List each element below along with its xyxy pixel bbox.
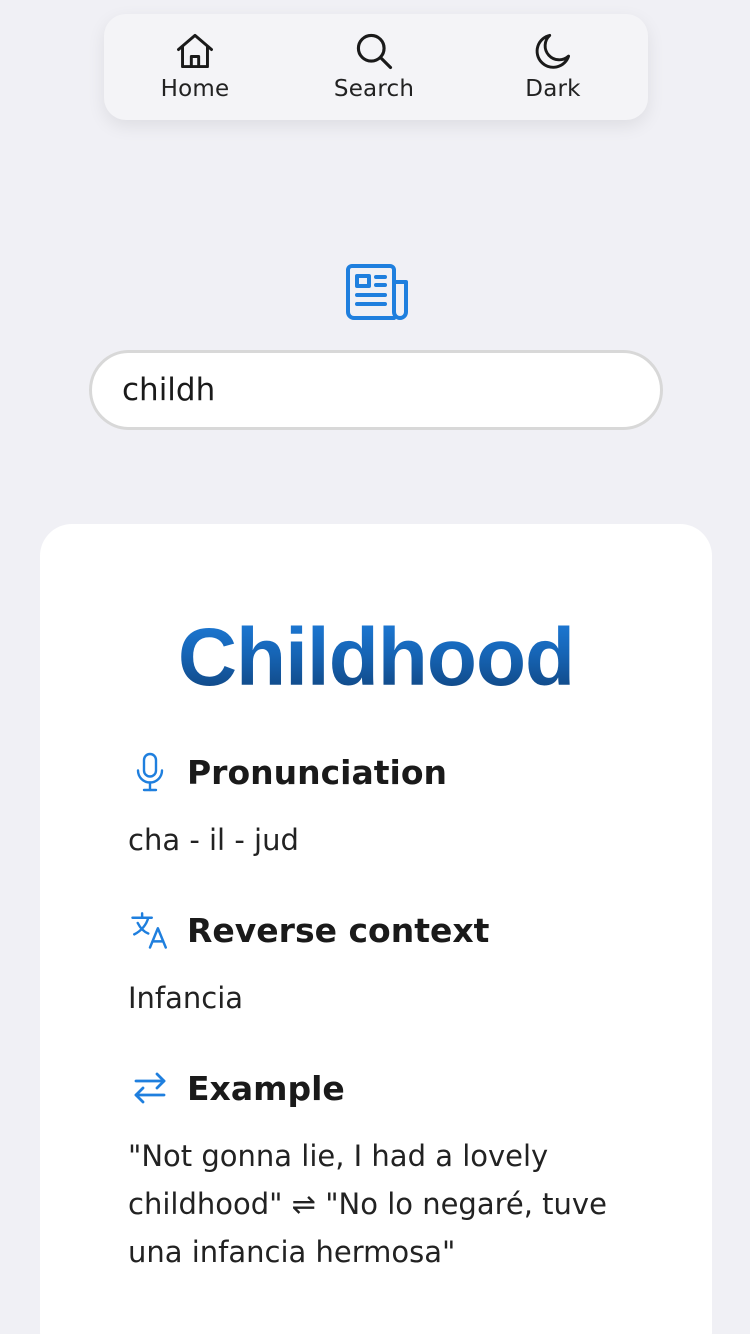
reverse-context-header: Reverse context xyxy=(128,908,489,952)
swap-arrows-icon xyxy=(128,1066,172,1110)
example-text: "Not gonna lie, I had a lovely childhood… xyxy=(128,1139,607,1269)
reverse-context-text: Infancia xyxy=(128,981,244,1015)
example-header: Example xyxy=(128,1066,345,1110)
word-title: Childhood xyxy=(40,610,712,706)
search-input[interactable] xyxy=(120,371,632,409)
nav-home-button[interactable]: Home xyxy=(140,14,250,120)
nav-search-button[interactable]: Search xyxy=(319,14,429,120)
newspaper-icon xyxy=(344,262,408,322)
nav-dark-label: Dark xyxy=(525,76,581,102)
example-title: Example xyxy=(187,1068,345,1108)
nav-search-label: Search xyxy=(333,76,415,102)
page: Home Search Dark childh Childhood Pronun… xyxy=(0,0,750,1334)
result-card: Childhood Pronunciation cha - il - jud R… xyxy=(40,524,712,1334)
pronunciation-header: Pronunciation xyxy=(128,750,447,794)
search-field[interactable] xyxy=(89,350,663,430)
pronunciation-text: cha - il - jud xyxy=(128,823,299,857)
translate-icon xyxy=(128,908,172,952)
search-icon xyxy=(351,28,397,74)
moon-icon xyxy=(530,28,576,74)
home-icon xyxy=(172,28,218,74)
microphone-icon xyxy=(128,750,172,794)
top-navbar: Home Search Dark xyxy=(104,14,648,120)
nav-dark-mode-button[interactable]: Dark xyxy=(498,14,608,120)
reverse-context-title: Reverse context xyxy=(187,910,490,950)
nav-home-label: Home xyxy=(160,76,230,102)
pronunciation-title: Pronunciation xyxy=(187,752,448,792)
